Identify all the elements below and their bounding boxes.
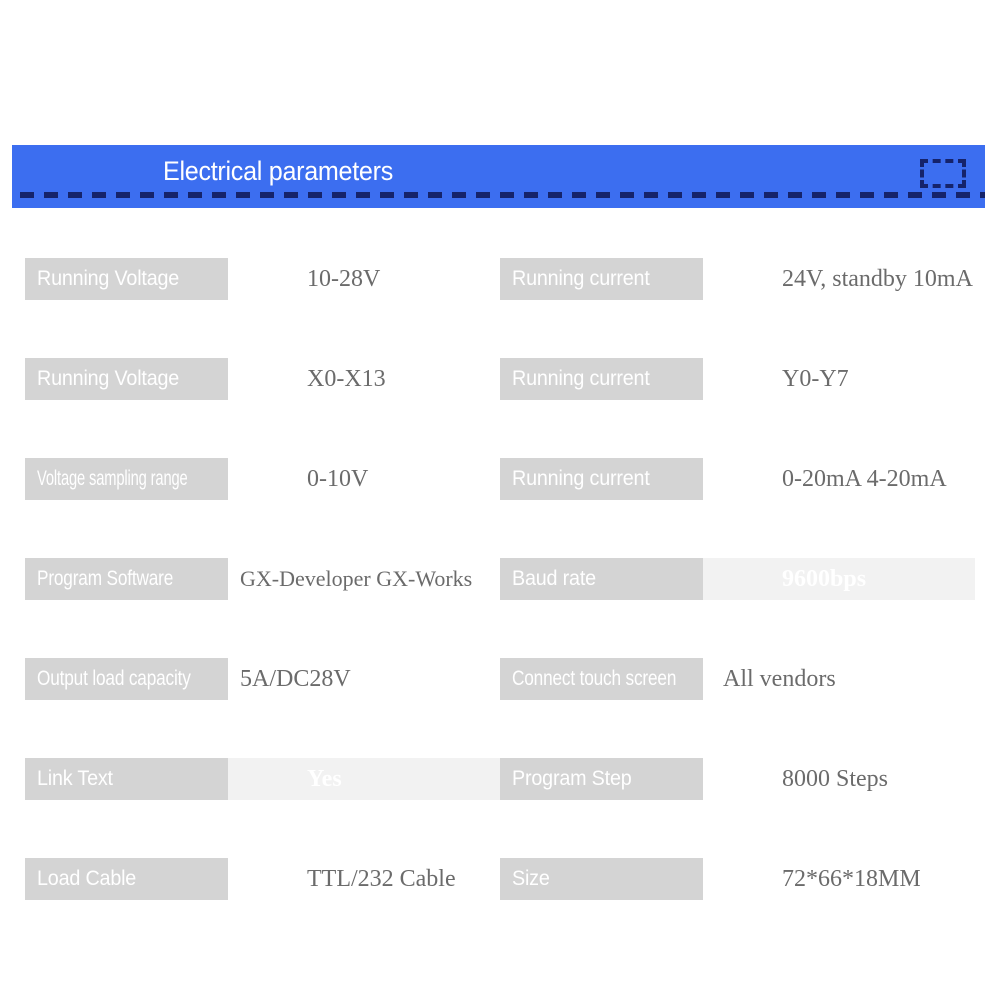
table-row: Load Cable TTL/232 Cable Size 72*66*18MM	[0, 858, 1000, 958]
parameter-label: Load Cable	[25, 858, 228, 900]
dashed-rectangle-icon	[920, 159, 966, 188]
parameter-label: Program Software	[25, 558, 228, 600]
parameter-value: 0-10V	[307, 466, 369, 492]
parameter-label: Voltage sampling range	[25, 458, 228, 500]
parameter-label: Running Voltage	[25, 358, 228, 400]
parameter-label: Output load capacity	[25, 658, 228, 700]
parameter-value: 24V, standby 10mA	[782, 266, 973, 292]
parameter-label: Running current	[500, 358, 703, 400]
parameter-value: 72*66*18MM	[782, 866, 921, 892]
parameter-value: 0-20mA 4-20mA	[782, 466, 947, 492]
parameter-label: Program Step	[500, 758, 703, 800]
table-row: Running Voltage X0-X13 Running current Y…	[0, 358, 1000, 458]
table-row: Program Software GX-Developer GX-Works B…	[0, 558, 1000, 658]
table-row: Voltage sampling range 0-10V Running cur…	[0, 458, 1000, 558]
section-header-banner: Electrical parameters	[12, 145, 985, 208]
parameter-label: Running Voltage	[25, 258, 228, 300]
parameter-value: 5A/DC28V	[240, 666, 351, 692]
parameter-value: 10-28V	[307, 266, 381, 292]
table-row: Running Voltage 10-28V Running current 2…	[0, 258, 1000, 358]
page-title: Electrical parameters	[163, 156, 393, 186]
table-row: Link Text Yes Program Step 8000 Steps	[0, 758, 1000, 858]
table-row: Output load capacity 5A/DC28V Connect to…	[0, 658, 1000, 758]
parameter-value: GX-Developer GX-Works	[240, 566, 473, 591]
dashed-divider-icon	[20, 192, 985, 198]
parameter-label: Link Text	[25, 758, 228, 800]
parameter-value: Yes	[307, 766, 342, 792]
value-highlight-strip	[228, 758, 500, 800]
parameter-table: Running Voltage 10-28V Running current 2…	[0, 258, 1000, 958]
parameter-label: Running current	[500, 458, 703, 500]
parameter-value: 8000 Steps	[782, 766, 889, 792]
parameter-label: Size	[500, 858, 703, 900]
parameter-value: X0-X13	[307, 366, 386, 392]
parameter-label: Baud rate	[500, 558, 703, 600]
parameter-value: TTL/232 Cable	[307, 866, 456, 892]
parameter-value: All vendors	[723, 666, 836, 692]
parameter-label: Connect touch screen	[500, 658, 703, 700]
parameter-value: 9600bps	[782, 566, 867, 592]
parameter-label: Running current	[500, 258, 703, 300]
parameter-value: Y0-Y7	[782, 366, 849, 392]
